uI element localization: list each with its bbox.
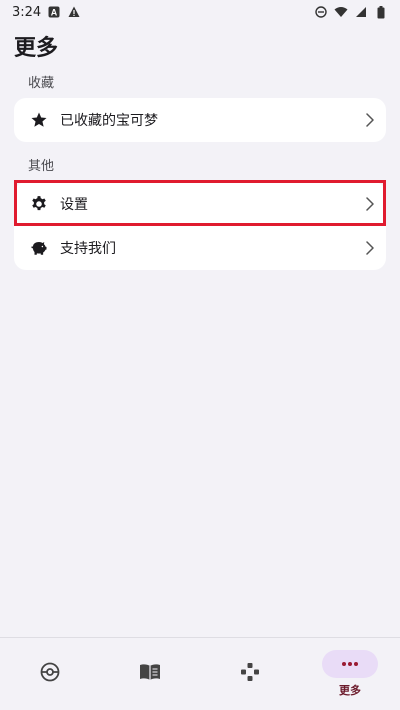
section-label-favorites: 收藏 [28, 76, 55, 91]
pokeball-icon [22, 658, 78, 686]
chevron-right-icon [364, 113, 376, 127]
support-us-label: 支持我们 [60, 241, 116, 257]
support-us-item[interactable]: 支持我们 [14, 226, 386, 270]
chevron-right-icon [364, 241, 376, 255]
more-dots-icon [322, 650, 378, 678]
other-card: 设置 支持我们 [14, 182, 386, 270]
star-icon [30, 111, 48, 129]
book-icon [122, 658, 178, 686]
status-bar: 3:24 A [0, 0, 400, 24]
wifi-icon [334, 5, 348, 19]
do-not-disturb-icon [314, 5, 328, 19]
status-bar-left: 3:24 A [12, 5, 81, 20]
gear-icon [30, 195, 48, 213]
status-time: 3:24 [12, 4, 42, 20]
warning-icon [67, 5, 81, 19]
favorites-pokemon-label: 已收藏的宝可梦 [60, 113, 158, 129]
battery-icon [374, 5, 388, 19]
status-bar-right [314, 5, 388, 19]
svg-text:A: A [51, 8, 58, 18]
nav-item-pokedex[interactable] [0, 638, 100, 710]
settings-label: 设置 [60, 197, 88, 213]
favorites-card: 已收藏的宝可梦 [14, 98, 386, 142]
settings-item[interactable]: 设置 [14, 182, 386, 226]
page-title: 更多 [14, 36, 59, 61]
bottom-navigation: 更多 [0, 637, 400, 710]
nav-item-book[interactable] [100, 638, 200, 710]
nav-item-more[interactable]: 更多 [300, 638, 400, 710]
nav-label-more: 更多 [339, 684, 361, 697]
a-letter-icon: A [47, 5, 61, 19]
section-label-other: 其他 [28, 159, 55, 174]
gamepad-icon [222, 658, 278, 686]
piggy-bank-icon [30, 239, 48, 257]
nav-item-games[interactable] [200, 638, 300, 710]
favorites-pokemon-item[interactable]: 已收藏的宝可梦 [14, 98, 386, 142]
signal-icon [354, 5, 368, 19]
chevron-right-icon [364, 197, 376, 211]
